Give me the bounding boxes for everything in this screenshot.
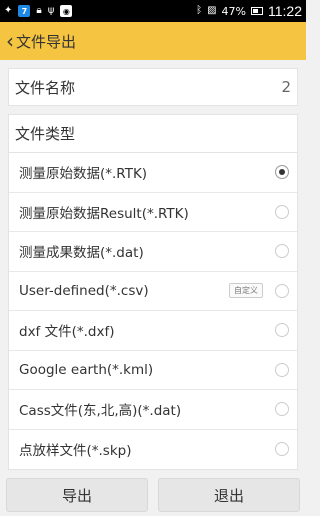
file-type-option[interactable]: User-defined(*.csv) 自定义: [9, 272, 297, 311]
export-button[interactable]: 导出: [6, 478, 148, 512]
file-type-list: 文件类型 测量原始数据(*.RTK) 测量原始数据Result(*.RTK) 测量成…: [8, 114, 298, 470]
radio-unselected-icon[interactable]: [275, 323, 289, 338]
file-type-option-label: User-defined(*.csv): [19, 282, 149, 299]
file-name-row: 文件名称: [8, 68, 298, 106]
file-type-option-label: dxf 文件(*.dxf): [19, 324, 115, 341]
file-type-options: 测量原始数据(*.RTK) 测量原始数据Result(*.RTK) 测量成果数据(*…: [9, 153, 297, 469]
radio-unselected-icon[interactable]: [275, 244, 289, 259]
file-type-option[interactable]: Google earth(*.kml): [9, 351, 297, 390]
bluetooth-icon: ᛒ: [196, 5, 203, 16]
status-right: ᛒ ▨ 47% 11:22: [196, 3, 302, 19]
file-type-option-label: 测量原始数据(*.RTK): [19, 166, 148, 183]
file-type-option[interactable]: Cass文件(东,北,高)(*.dat): [9, 390, 297, 430]
status-left: ✦ 7 🔒︎ ψ ◉: [4, 5, 73, 17]
radio-selected-icon[interactable]: [275, 165, 289, 180]
exit-button[interactable]: 退出: [158, 478, 300, 512]
app-notification-icon: 7: [18, 5, 31, 17]
app-bar: ‹ 文件导出: [0, 22, 306, 60]
file-type-option-label: 测量成果数据(*.dat): [19, 245, 144, 262]
radio-unselected-icon[interactable]: [275, 362, 289, 377]
lock-icon: 🔒︎: [36, 5, 42, 16]
file-type-option[interactable]: 测量原始数据Result(*.RTK): [9, 193, 297, 232]
file-type-option-label: Cass文件(东,北,高)(*.dat): [19, 403, 182, 420]
radio-unselected-icon[interactable]: [275, 402, 289, 417]
file-type-option[interactable]: dxf 文件(*.dxf): [9, 311, 297, 351]
file-name-label: 文件名称: [15, 78, 76, 97]
usb-icon: ψ: [47, 5, 55, 16]
battery-icon: [251, 7, 263, 15]
file-type-option-label: 点放样文件(*.skp): [19, 443, 132, 460]
bottom-bar: 导出 退出: [0, 474, 306, 516]
radio-unselected-icon[interactable]: [275, 283, 289, 298]
radio-unselected-icon[interactable]: [275, 442, 289, 457]
page-title: 文件导出: [16, 32, 77, 51]
clock: 11:22: [268, 3, 302, 19]
file-name-input[interactable]: [141, 74, 291, 100]
customize-button[interactable]: 自定义: [229, 283, 263, 299]
file-type-option[interactable]: 测量成果数据(*.dat): [9, 232, 297, 272]
no-sim-icon: ▨: [207, 5, 217, 16]
file-type-option[interactable]: 测量原始数据(*.RTK): [9, 153, 297, 193]
back-arrow-icon[interactable]: ‹: [6, 31, 14, 51]
file-type-header: 文件类型: [9, 115, 297, 153]
status-bar: ✦ 7 🔒︎ ψ ◉ ᛒ ▨ 47% 11:22: [0, 0, 306, 22]
file-type-option-label: Google earth(*.kml): [19, 361, 154, 378]
usb-debug-icon: ✦: [4, 5, 13, 16]
radio-unselected-icon[interactable]: [275, 204, 289, 219]
file-type-option-label: 测量原始数据Result(*.RTK): [19, 205, 189, 222]
android-icon: ◉: [60, 5, 73, 17]
battery-percent: 47%: [221, 4, 246, 18]
file-type-option[interactable]: 点放样文件(*.skp): [9, 430, 297, 470]
